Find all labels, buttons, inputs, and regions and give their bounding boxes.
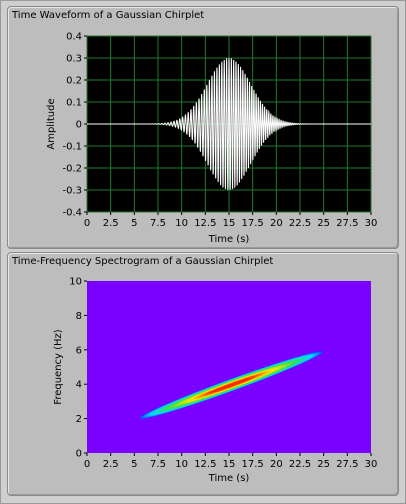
waveform-x-tick-label: 25 (317, 218, 330, 229)
spectrogram-x-tick-label: 12.5 (194, 459, 216, 470)
waveform-y-tick-label: 0.3 (66, 54, 82, 65)
spectrogram-y-ticks: 10 8 6 4 2 0 (69, 277, 87, 460)
waveform-x-tick-label: 2.5 (103, 218, 119, 229)
waveform-x-tick-label: 20 (270, 218, 283, 229)
waveform-y-tick-label: 0.1 (66, 98, 82, 109)
waveform-y-tick-label: -0.2 (62, 164, 82, 175)
spectrogram-x-tick-label: 30 (365, 459, 378, 470)
waveform-x-tick-label: 27.5 (336, 218, 358, 229)
spectrogram-x-ticks: 0 2.5 5 7.5 10 12.5 15 17.5 20 22.5 25 27.5 30 (84, 453, 378, 470)
waveform-y-tick-label: 0 (76, 120, 82, 131)
waveform-x-tick-label: 30 (365, 218, 378, 229)
spectrogram-chart: 0 2.5 5 7.5 10 12.5 15 17.5 20 22.5 25 27.5 30 10864… (53, 277, 378, 485)
waveform-x-tick-label: 10 (175, 218, 188, 229)
waveform-y-axis-label: Amplitude (46, 98, 57, 149)
spectrogram-y-tick-label: 4 (76, 380, 82, 391)
spectrogram-x-tick-label: 15 (223, 459, 236, 470)
spectrogram-x-tick-label: 22.5 (289, 459, 311, 470)
spectrogram-x-tick-label: 27.5 (336, 459, 358, 470)
spectrogram-y-tick-label: 10 (69, 277, 82, 288)
spectrogram-y-tick-label: 6 (76, 345, 82, 356)
waveform-y-tick-label: 0.2 (66, 76, 82, 87)
waveform-x-tick-label: 7.5 (150, 218, 166, 229)
spectrogram-x-tick-label: 10 (175, 459, 188, 470)
waveform-x-tick-label: 0 (84, 218, 90, 229)
spectrogram-x-axis-label: Time (s) (208, 473, 250, 484)
spectrogram-y-tick-label: 0 (76, 449, 82, 460)
waveform-panel: Time Waveform of a Gaussian Chirplet 0 2.… (7, 6, 399, 249)
waveform-y-tick-label: -0.1 (62, 142, 82, 153)
waveform-chart: 0 2.5 5 7.5 10 12.5 15 17.5 20 22.5 25 27.5 30 0.40.… (46, 32, 378, 246)
spectrogram-x-tick-label: 20 (270, 459, 283, 470)
spectrogram-y-tick-label: 2 (76, 414, 82, 425)
spectrogram-x-tick-label: 0 (84, 459, 90, 470)
waveform-y-tick-label: 0.4 (66, 32, 82, 43)
waveform-x-tick-label: 17.5 (242, 218, 264, 229)
waveform-x-tick-label: 12.5 (194, 218, 216, 229)
waveform-y-tick-label: -0.4 (62, 208, 82, 219)
spectrogram-x-tick-label: 25 (317, 459, 330, 470)
spectrogram-x-tick-label: 7.5 (150, 459, 166, 470)
spectrogram-plot-area[interactable] (87, 281, 371, 453)
waveform-x-ticks: 0 2.5 5 7.5 10 12.5 15 17.5 20 22.5 25 27.5 30 (84, 212, 378, 229)
waveform-x-tick-label: 22.5 (289, 218, 311, 229)
spectrogram-x-tick-label: 5 (131, 459, 137, 470)
waveform-y-ticks: 0.4 0.3 0.2 0.1 0 -0.1 -0.2 -0.3 -0.4 (62, 32, 87, 219)
chirplet-viewer: Time Waveform of a Gaussian Chirplet 0 2.… (0, 0, 406, 504)
spectrogram-y-tick-label: 8 (76, 311, 82, 322)
spectrogram-x-tick-label: 2.5 (103, 459, 119, 470)
waveform-x-tick-label: 5 (131, 218, 137, 229)
waveform-y-tick-label: -0.3 (62, 186, 82, 197)
spectrogram-y-axis-label: Frequency (Hz) (53, 329, 64, 405)
spectrogram-x-tick-label: 17.5 (242, 459, 264, 470)
spectrogram-panel: Time-Frequency Spectrogram of a Gaussian… (7, 252, 399, 496)
waveform-x-axis-label: Time (s) (208, 234, 250, 245)
waveform-x-tick-label: 15 (223, 218, 236, 229)
